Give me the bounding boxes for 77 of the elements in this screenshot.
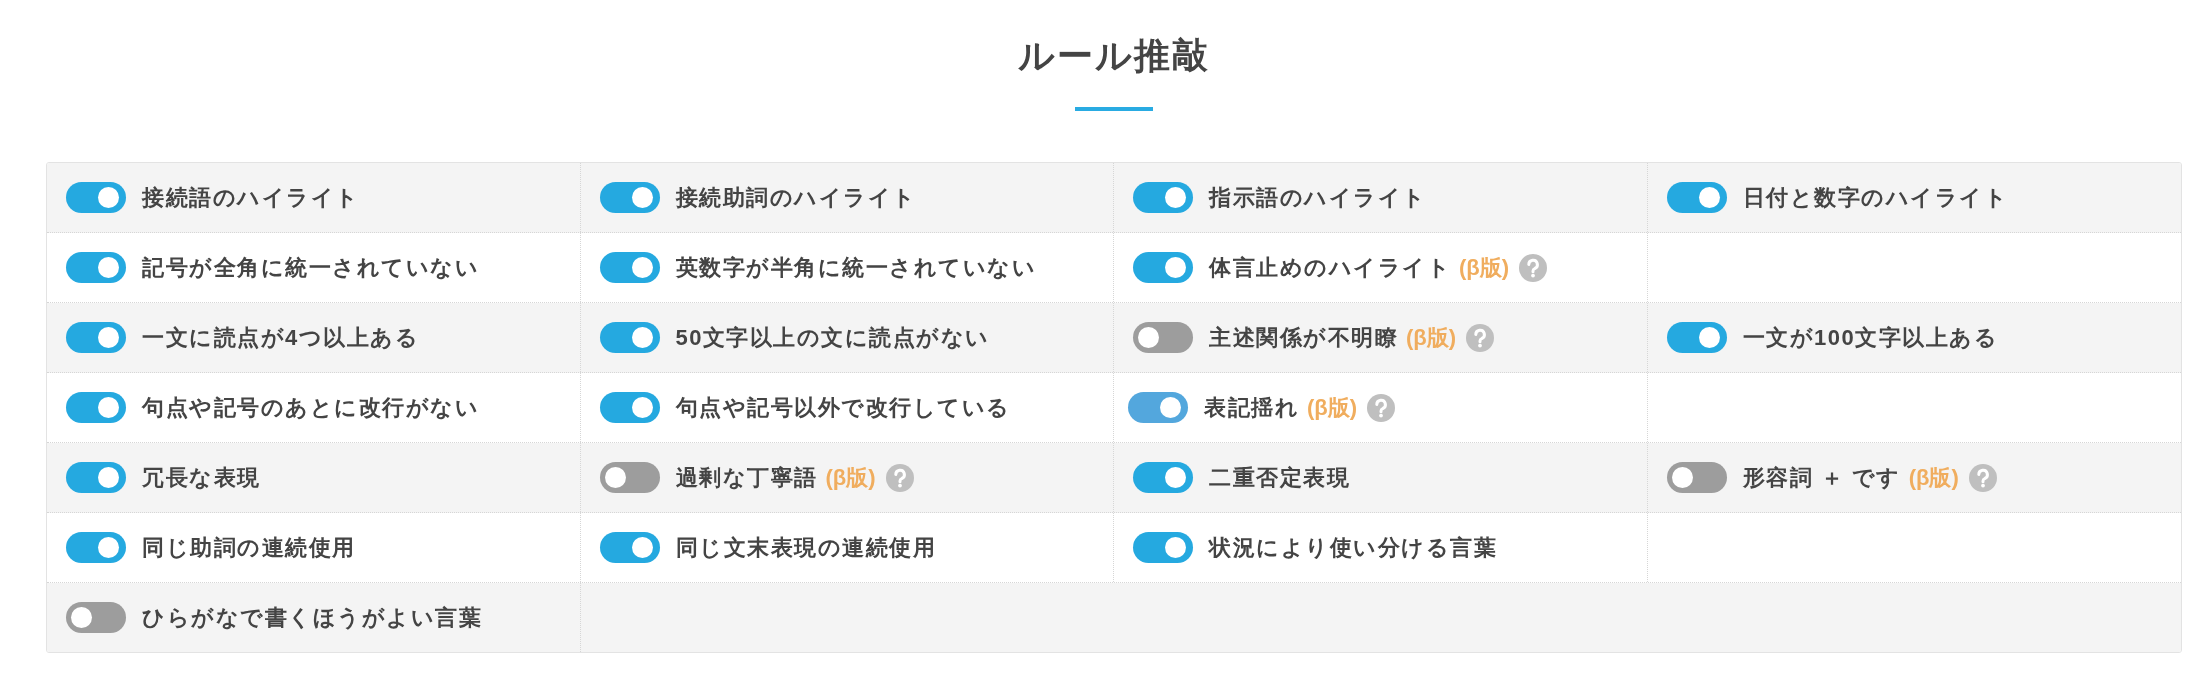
rule-label: 同じ助詞の連続使用 — [142, 533, 356, 562]
rule-label: 体言止めのハイライト — [1209, 253, 1451, 282]
toggle-switch[interactable] — [1666, 182, 1727, 213]
rule-item[interactable]: 句点や記号のあとに改行がない — [47, 373, 581, 442]
toggle-switch[interactable] — [1133, 532, 1193, 563]
rule-label: 日付と数字のハイライト — [1742, 183, 2008, 212]
rule-label: 形容詞 ＋ です — [1742, 463, 1901, 492]
toggle-switch[interactable] — [599, 182, 660, 213]
toggle-switch[interactable] — [66, 532, 126, 563]
help-icon[interactable] — [885, 463, 914, 492]
toggle-switch[interactable] — [1666, 462, 1727, 493]
toggle-switch[interactable] — [599, 532, 660, 563]
rule-label: 状況により使い分ける言葉 — [1209, 533, 1497, 562]
help-icon[interactable] — [1466, 323, 1495, 352]
rule-label: 表記揺れ — [1204, 393, 1299, 422]
toggle-switch[interactable] — [1133, 322, 1193, 353]
toggle-switch[interactable] — [1133, 252, 1193, 283]
beta-label: (β版) — [1307, 393, 1358, 422]
toggle-switch[interactable] — [1128, 392, 1188, 423]
beta-label: (β版) — [1459, 253, 1510, 282]
rule-label: 主述関係が不明瞭 — [1209, 323, 1398, 352]
rule-label: 二重否定表現 — [1209, 463, 1350, 492]
toggle-switch[interactable] — [599, 252, 660, 283]
rule-item[interactable]: 句点や記号以外で改行している — [580, 373, 1114, 442]
rule-label: 一文が100文字以上ある — [1742, 323, 1999, 352]
rule-item[interactable]: 英数字が半角に統一されていない — [580, 233, 1114, 302]
rule-item[interactable]: 一文が100文字以上ある — [1647, 303, 2181, 372]
toggle-switch[interactable] — [66, 392, 126, 423]
page-title: ルール推敲 — [1018, 34, 1210, 78]
toggle-switch[interactable] — [66, 322, 126, 353]
rule-item[interactable]: 50文字以上の文に読点がない — [580, 303, 1114, 372]
help-icon[interactable] — [1367, 393, 1396, 422]
rule-label: 記号が全角に統一されていない — [142, 253, 479, 282]
toggle-switch[interactable] — [66, 602, 126, 633]
rule-label: 冗長な表現 — [142, 463, 261, 492]
toggle-switch[interactable] — [599, 392, 660, 423]
toggle-switch[interactable] — [599, 322, 660, 353]
rule-item[interactable]: 二重否定表現 — [1114, 443, 1648, 512]
help-icon[interactable] — [1519, 253, 1548, 282]
rule-item[interactable]: 同じ助詞の連続使用 — [47, 513, 581, 582]
beta-label: (β版) — [1406, 323, 1457, 352]
rule-label: 句点や記号以外で改行している — [675, 393, 1011, 422]
beta-label: (β版) — [1908, 463, 1959, 492]
rule-item[interactable]: 主述関係が不明瞭 (β版) — [1114, 303, 1648, 372]
rule-item[interactable]: 同じ文末表現の連続使用 — [580, 513, 1114, 582]
rule-item[interactable]: 体言止めのハイライト (β版) — [1114, 233, 1648, 302]
toggle-switch[interactable] — [1666, 322, 1727, 353]
rule-label: 一文に読点が4つ以上ある — [142, 323, 420, 352]
help-icon[interactable] — [1968, 463, 1997, 492]
rule-item[interactable]: 冗長な表現 — [47, 443, 581, 512]
rule-item[interactable]: 表記揺れ (β版) — [1114, 373, 1648, 442]
rule-item[interactable]: 指示語のハイライト — [1114, 163, 1648, 232]
toggle-switch[interactable] — [66, 462, 126, 493]
toggle-switch[interactable] — [66, 252, 126, 283]
toggle-switch[interactable] — [66, 182, 126, 213]
toggle-switch[interactable] — [1133, 182, 1193, 213]
rule-item[interactable]: 接続助詞のハイライト — [580, 163, 1114, 232]
toggle-switch[interactable] — [1133, 462, 1193, 493]
rule-item[interactable]: ひらがなで書くほうがよい言葉 — [47, 583, 581, 652]
beta-label: (β版) — [825, 463, 876, 492]
rule-label: 同じ文末表現の連続使用 — [675, 533, 936, 562]
rule-label: 指示語のハイライト — [1209, 183, 1427, 212]
rule-item[interactable]: 日付と数字のハイライト — [1647, 163, 2181, 232]
rule-item[interactable]: 過剰な丁寧語 (β版) — [580, 443, 1114, 512]
rule-label: 接続語のハイライト — [142, 183, 360, 212]
rule-item[interactable]: 一文に読点が4つ以上ある — [47, 303, 581, 372]
rule-label: 英数字が半角に統一されていない — [675, 253, 1036, 282]
rule-label: 接続助詞のハイライト — [675, 183, 917, 212]
rule-label: 句点や記号のあとに改行がない — [142, 393, 479, 422]
toggle-switch[interactable] — [599, 462, 660, 493]
rule-item[interactable]: 接続語のハイライト — [47, 163, 581, 232]
rule-label: 50文字以上の文に読点がない — [675, 323, 990, 352]
rule-item[interactable]: 形容詞 ＋ です (β版) — [1647, 443, 2181, 512]
rule-label: ひらがなで書くほうがよい言葉 — [142, 603, 482, 632]
rule-item[interactable]: 状況により使い分ける言葉 — [1114, 513, 1648, 582]
rule-item[interactable]: 記号が全角に統一されていない — [47, 233, 581, 302]
rule-label: 過剰な丁寧語 — [675, 463, 818, 492]
